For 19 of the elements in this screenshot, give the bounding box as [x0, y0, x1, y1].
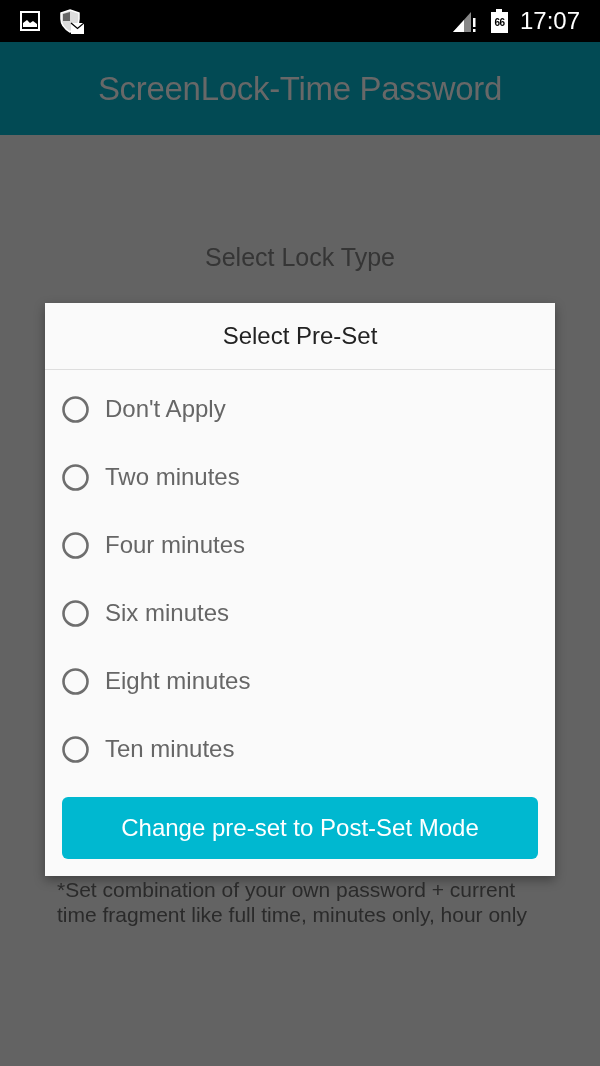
option-label[interactable]: Four minutes: [105, 527, 246, 563]
app-title: ScreenLock-Time Password: [97, 68, 503, 109]
radio-button[interactable]: [62, 667, 89, 695]
battery-indicator: 66: [490, 12, 508, 33]
description-text: *Set combination of your own password + current time fragment like full time, minutes only, hour only: [57, 877, 527, 927]
option-label[interactable]: Eight minutes: [105, 663, 251, 699]
radio-button[interactable]: [62, 599, 89, 627]
option-label[interactable]: Two minutes: [105, 459, 240, 495]
radio-button[interactable]: [62, 395, 89, 423]
radio-button[interactable]: [62, 531, 89, 559]
option-label[interactable]: Six minutes: [105, 595, 230, 631]
image-icon: [20, 11, 40, 31]
radio-button[interactable]: [62, 735, 89, 763]
option-label[interactable]: Ten minutes: [105, 731, 235, 767]
dialog-title: Select Pre-Set: [222, 321, 378, 351]
clock-time: 17:07: [519, 9, 580, 33]
shield-mail-icon: [60, 8, 84, 34]
radio-button[interactable]: [62, 463, 89, 491]
option-label[interactable]: Don't Apply: [105, 391, 226, 427]
